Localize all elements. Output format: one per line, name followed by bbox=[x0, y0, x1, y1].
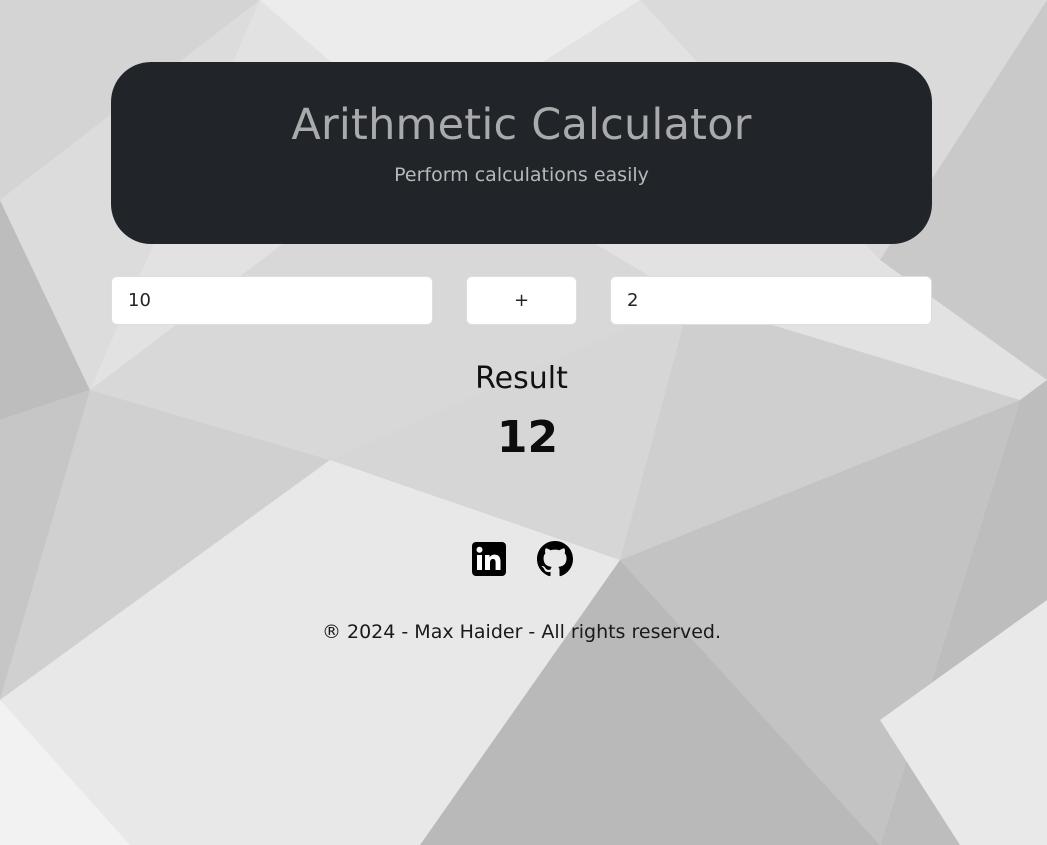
linkedin-link[interactable] bbox=[471, 541, 507, 577]
copyright-text: ® 2024 - Max Haider - All rights reserve… bbox=[321, 621, 722, 643]
github-link[interactable] bbox=[536, 541, 573, 577]
result-label: Result bbox=[475, 361, 568, 396]
calculator-inputs: + bbox=[111, 276, 932, 325]
first-number-input[interactable] bbox=[111, 276, 433, 325]
page-subtitle: Perform calculations easily bbox=[394, 164, 649, 186]
social-links bbox=[111, 541, 932, 577]
footer: ® 2024 - Max Haider - All rights reserve… bbox=[111, 541, 932, 643]
linkedin-icon bbox=[471, 542, 506, 576]
header-card: Arithmetic Calculator Perform calculatio… bbox=[111, 62, 932, 244]
page-title: Arithmetic Calculator bbox=[291, 100, 752, 150]
github-icon bbox=[536, 541, 573, 577]
second-number-input[interactable] bbox=[610, 276, 932, 325]
main-container: Arithmetic Calculator Perform calculatio… bbox=[111, 62, 932, 643]
operator-select[interactable]: + bbox=[466, 276, 577, 325]
result-value: 12 bbox=[496, 412, 559, 463]
result-section: Result 12 bbox=[111, 361, 932, 463]
